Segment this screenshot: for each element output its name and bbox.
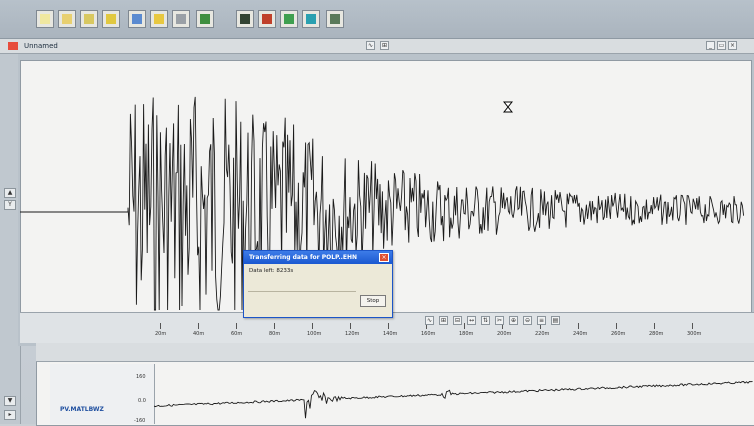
time-tick (654, 323, 655, 329)
time-tick (312, 323, 313, 329)
time-tick-label: 160m (421, 331, 436, 337)
filter-green-icon (200, 14, 210, 24)
plot-tool-button[interactable]: ⊖ (523, 316, 532, 325)
time-tick-label: 20m (155, 331, 167, 337)
filter-red-button[interactable] (258, 10, 276, 28)
app-icon (8, 42, 18, 50)
time-tick (198, 323, 199, 329)
filter-gray-icon (330, 14, 340, 24)
time-tick (274, 323, 275, 329)
plot-tool-button[interactable]: ↔ (467, 316, 476, 325)
station-label-box (50, 364, 111, 424)
time-tick-label: 280m (649, 331, 664, 337)
time-tick-label: 140m (383, 331, 398, 337)
close-button[interactable]: × (728, 41, 737, 50)
grid-button[interactable] (102, 10, 120, 28)
lower-window-header (36, 343, 754, 362)
plot-tool-button[interactable]: ▤ (551, 316, 560, 325)
plot-tool-button[interactable]: ⊞ (439, 316, 448, 325)
time-tick (464, 323, 465, 329)
window-title: Unnamed (24, 42, 58, 50)
amplitude-axis: 160 0.0 -160 (110, 364, 155, 424)
time-tick (616, 323, 617, 329)
time-tick (236, 323, 237, 329)
filter-green-button[interactable] (196, 10, 214, 28)
time-tick-label: 180m (459, 331, 474, 337)
time-tick-label: 100m (307, 331, 322, 337)
axis-label-bottom: -160 (134, 418, 146, 424)
filter-cyan-button[interactable] (302, 10, 320, 28)
time-tick-label: 260m (611, 331, 626, 337)
rail-up-button[interactable]: ▲ (4, 188, 16, 198)
time-tick (692, 323, 693, 329)
lower-waveform-line (154, 381, 753, 419)
rail-y-button[interactable]: Y (4, 200, 16, 210)
rail-scroll-button[interactable]: ▼ (4, 396, 16, 406)
plot-tool-button[interactable]: ✂ (495, 316, 504, 325)
new-file-icon (40, 14, 50, 24)
dialog-message: Data left: 8233s (249, 268, 294, 274)
time-tick-label: 220m (535, 331, 550, 337)
time-tick-label: 240m (573, 331, 588, 337)
time-tick (160, 323, 161, 329)
main-toolbar (0, 0, 754, 39)
plot-tool-button[interactable]: ⇅ (481, 316, 490, 325)
filter-red-icon (262, 14, 272, 24)
lower-seismogram-trace (154, 381, 753, 419)
grid-icon (106, 14, 116, 24)
time-tick-label: 60m (231, 331, 243, 337)
window-title-bar: Unnamed ∿ ⊞ _ ▭ × (0, 39, 754, 54)
time-tick-label: 300m (687, 331, 702, 337)
time-tick (578, 323, 579, 329)
time-tick (388, 323, 389, 329)
rail-btn-2[interactable]: ▸ (4, 410, 16, 420)
time-tick-label: 80m (269, 331, 281, 337)
dialog-title: Transferring data for POLP..EHN (249, 254, 358, 261)
restore-button[interactable]: ▭ (717, 41, 726, 50)
axis-label-mid: 0.0 (138, 398, 146, 404)
table-button[interactable] (80, 10, 98, 28)
time-tick-label: 40m (193, 331, 205, 337)
folder-icon (154, 14, 164, 24)
plot-tool-button[interactable]: ∿ (425, 316, 434, 325)
stop-button[interactable]: Stop (360, 295, 386, 307)
folder-button[interactable] (150, 10, 168, 28)
zoom-icon[interactable]: ⊞ (380, 41, 389, 50)
trash-icon (176, 14, 186, 24)
minimize-button[interactable]: _ (706, 41, 715, 50)
globe-button[interactable] (128, 10, 146, 28)
filter-gray-button[interactable] (326, 10, 344, 28)
time-tick (350, 323, 351, 329)
dialog-close-button[interactable]: × (379, 253, 389, 262)
filter-dark-icon (240, 14, 250, 24)
filter-cyan-icon (306, 14, 316, 24)
filter-green2-icon (284, 14, 294, 24)
hourglass-cursor-icon (503, 101, 513, 113)
plot-tool-button[interactable]: ⊟ (453, 316, 462, 325)
open-button[interactable] (58, 10, 76, 28)
table-icon (84, 14, 94, 24)
time-tick-label: 200m (497, 331, 512, 337)
dialog-separator (248, 291, 356, 292)
transfer-dialog: Transferring data for POLP..EHN × Data l… (243, 250, 393, 318)
time-tick-label: 120m (345, 331, 360, 337)
open-icon (62, 14, 72, 24)
filter-green2-button[interactable] (280, 10, 298, 28)
trash-button[interactable] (172, 10, 190, 28)
new-file-button[interactable] (36, 10, 54, 28)
waveform-view-icon[interactable]: ∿ (366, 41, 375, 50)
axis-label-top: 160 (136, 374, 146, 380)
plot-tool-button[interactable]: ⊕ (509, 316, 518, 325)
filter-dark-button[interactable] (236, 10, 254, 28)
globe-icon (132, 14, 142, 24)
station-label: PV.MATLBWZ (60, 406, 104, 413)
plot-tool-button[interactable]: ≡ (537, 316, 546, 325)
